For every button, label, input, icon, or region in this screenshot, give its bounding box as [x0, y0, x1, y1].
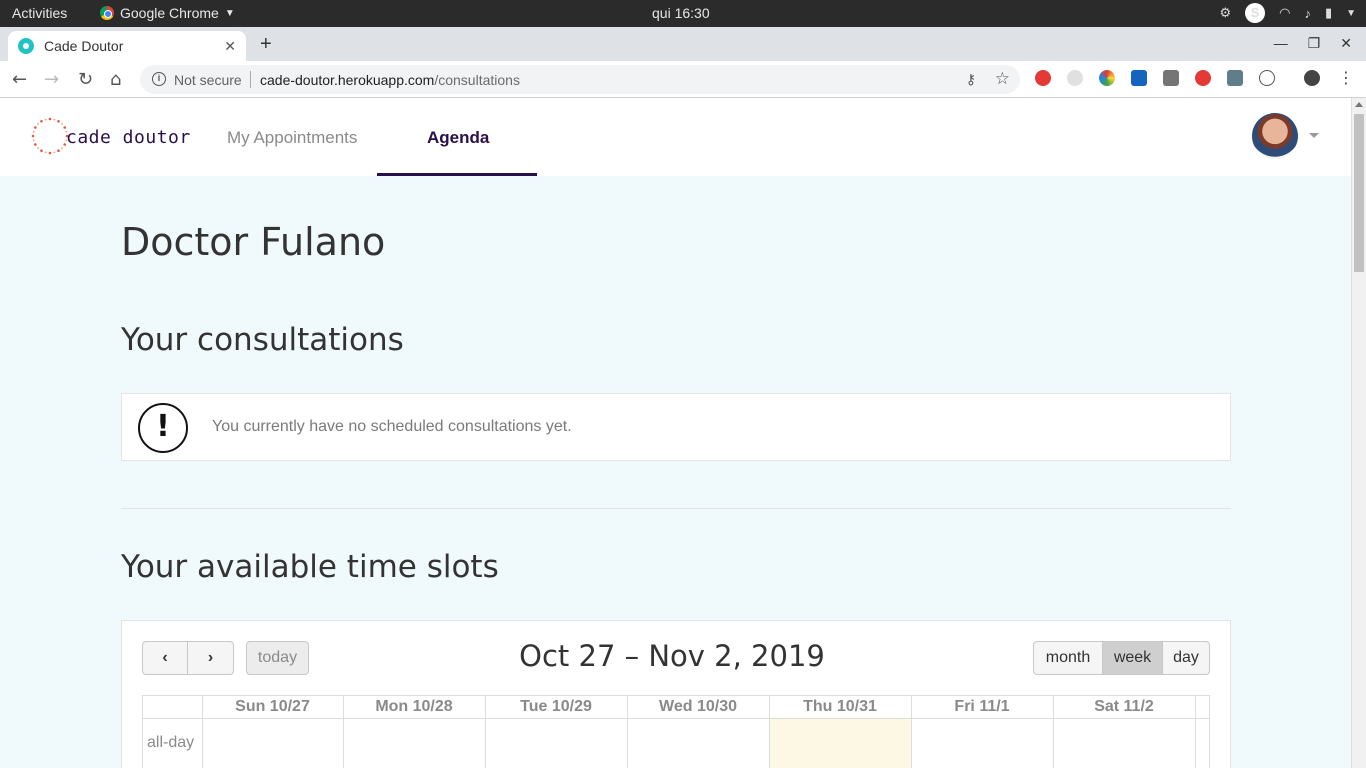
no-consultations-alert: ! You currently have no scheduled consul… — [121, 393, 1231, 461]
consultations-heading: Your consultations — [121, 322, 404, 358]
wifi-icon[interactable]: ◠ — [1279, 5, 1290, 21]
adblock-extension-icon[interactable] — [1035, 70, 1051, 86]
calendar-month-view-button[interactable]: month — [1033, 641, 1103, 675]
nav-my-appointments[interactable]: My Appointments — [227, 128, 357, 148]
tools-extension-icon[interactable] — [1227, 70, 1243, 86]
calendar: ‹ › today Oct 27 – Nov 2, 2019 month wee… — [121, 620, 1231, 768]
day-header-mon: Mon 10/28 — [375, 698, 453, 715]
address-separator — [250, 71, 251, 88]
day-header-wed: Wed 10/30 — [659, 698, 737, 715]
bookmark-star-icon[interactable]: ☆ — [995, 69, 1010, 89]
day-header-sat: Sat 11/2 — [1094, 698, 1154, 715]
activities-button[interactable]: Activities — [12, 5, 67, 21]
nav-agenda[interactable]: Agenda — [427, 128, 489, 148]
chevron-down-icon: ▼ — [224, 7, 235, 19]
os-top-bar: Activities Google Chrome ▼ qui 16:30 ⚙ S… — [0, 0, 1366, 27]
calendar-title: Oct 27 – Nov 2, 2019 — [519, 639, 825, 673]
page-scrollbar[interactable] — [1351, 98, 1366, 768]
minimize-icon[interactable]: — — [1274, 35, 1288, 52]
clock[interactable]: qui 16:30 — [652, 5, 710, 21]
today-allday-cell[interactable] — [769, 719, 911, 768]
app-menu[interactable]: Google Chrome ▼ — [100, 5, 235, 21]
chrome-icon — [100, 6, 114, 20]
close-window-icon[interactable]: ✕ — [1340, 35, 1352, 52]
section-divider — [121, 508, 1231, 509]
battery-icon[interactable]: ▮ — [1325, 5, 1332, 21]
scrollbar-thumb[interactable] — [1354, 114, 1364, 272]
tab-strip: Cade Doutor ✕ + — ❐ ✕ — [0, 27, 1366, 61]
close-tab-icon[interactable]: ✕ — [224, 38, 236, 55]
timer-extension-icon[interactable] — [1067, 70, 1083, 86]
address-bar[interactable]: i Not secure cade-doutor.herokuapp.com/c… — [140, 65, 1020, 94]
app-navbar: cade doutor My Appointments Agenda — [0, 98, 1351, 176]
calendar-week-view-button[interactable]: week — [1103, 641, 1163, 675]
calendar-column-divider — [1195, 696, 1196, 768]
calendar-header-divider — [143, 718, 1209, 719]
calendar-next-button[interactable]: › — [188, 641, 234, 675]
skype-icon[interactable]: S — [1245, 3, 1266, 23]
info-icon[interactable]: i — [152, 72, 166, 86]
cade-doutor-logo-icon[interactable] — [30, 116, 70, 156]
day-header-tue: Tue 10/29 — [520, 698, 592, 715]
page-title: Doctor Fulano — [121, 220, 386, 264]
stop-extension-icon[interactable] — [1195, 70, 1211, 86]
web-page: cade doutor My Appointments Agenda Docto… — [0, 98, 1351, 768]
day-header-thu: Thu 10/31 — [803, 698, 877, 715]
reload-icon[interactable]: ↻ — [78, 69, 93, 90]
calendar-prev-button[interactable]: ‹ — [142, 641, 188, 675]
day-header-sun: Sun 10/27 — [235, 698, 310, 715]
grid-extension-icon[interactable] — [1163, 70, 1179, 86]
steam-icon[interactable]: ⚙ — [1219, 5, 1231, 21]
home-icon[interactable]: ⌂ — [110, 69, 121, 90]
url-host: cade-doutor.herokuapp.com — [260, 72, 435, 88]
calendar-day-view-button[interactable]: day — [1163, 641, 1210, 675]
volume-icon[interactable]: ♪ — [1304, 6, 1311, 21]
key-icon[interactable]: ⚷ — [966, 71, 976, 88]
no-consultations-text: You currently have no scheduled consulta… — [212, 418, 572, 435]
color-extension-icon[interactable] — [1099, 70, 1115, 86]
time-slots-heading: Your available time slots — [121, 549, 499, 585]
browser-toolbar: ← → ↻ ⌂ i Not secure cade-doutor.herokua… — [0, 61, 1366, 98]
system-menu-chevron-icon[interactable]: ▼ — [1346, 8, 1356, 19]
code-extension-icon[interactable] — [1259, 70, 1275, 86]
logo-text[interactable]: cade doutor — [66, 127, 191, 148]
url-path: /consultations — [434, 72, 520, 88]
app-menu-label: Google Chrome — [120, 5, 219, 21]
avatar[interactable] — [1252, 113, 1298, 159]
tab-cade-doutor[interactable]: Cade Doutor ✕ — [8, 31, 246, 61]
active-tab-indicator — [377, 173, 537, 176]
translate-extension-icon[interactable] — [1131, 70, 1147, 86]
user-menu-chevron-icon[interactable] — [1309, 133, 1319, 138]
calendar-week-grid: Sun 10/27 Mon 10/28 Tue 10/29 Wed 10/30 … — [142, 695, 1210, 768]
forward-arrow-icon[interactable]: → — [44, 69, 59, 90]
system-tray[interactable]: ⚙ S ◠ ♪ ▮ ▼ — [1219, 3, 1356, 23]
exclamation-circle-icon: ! — [138, 403, 188, 453]
profile-avatar-icon[interactable] — [1304, 70, 1320, 86]
not-secure-label[interactable]: Not secure — [174, 72, 242, 88]
scroll-up-arrow-icon[interactable] — [1355, 102, 1363, 107]
cade-doutor-favicon-icon — [18, 38, 34, 54]
restore-icon[interactable]: ❐ — [1308, 35, 1321, 52]
tab-title: Cade Doutor — [44, 38, 124, 54]
url-text[interactable]: cade-doutor.herokuapp.com/consultations — [260, 72, 520, 88]
day-header-fri: Fri 11/1 — [954, 698, 1010, 715]
window-controls: — ❐ ✕ — [1274, 35, 1352, 52]
back-arrow-icon[interactable]: ← — [12, 69, 27, 90]
allday-label: all-day — [147, 734, 195, 751]
new-tab-button[interactable]: + — [260, 33, 272, 56]
calendar-today-button[interactable]: today — [246, 641, 309, 675]
chrome-menu-icon[interactable]: ⋮ — [1338, 70, 1354, 86]
